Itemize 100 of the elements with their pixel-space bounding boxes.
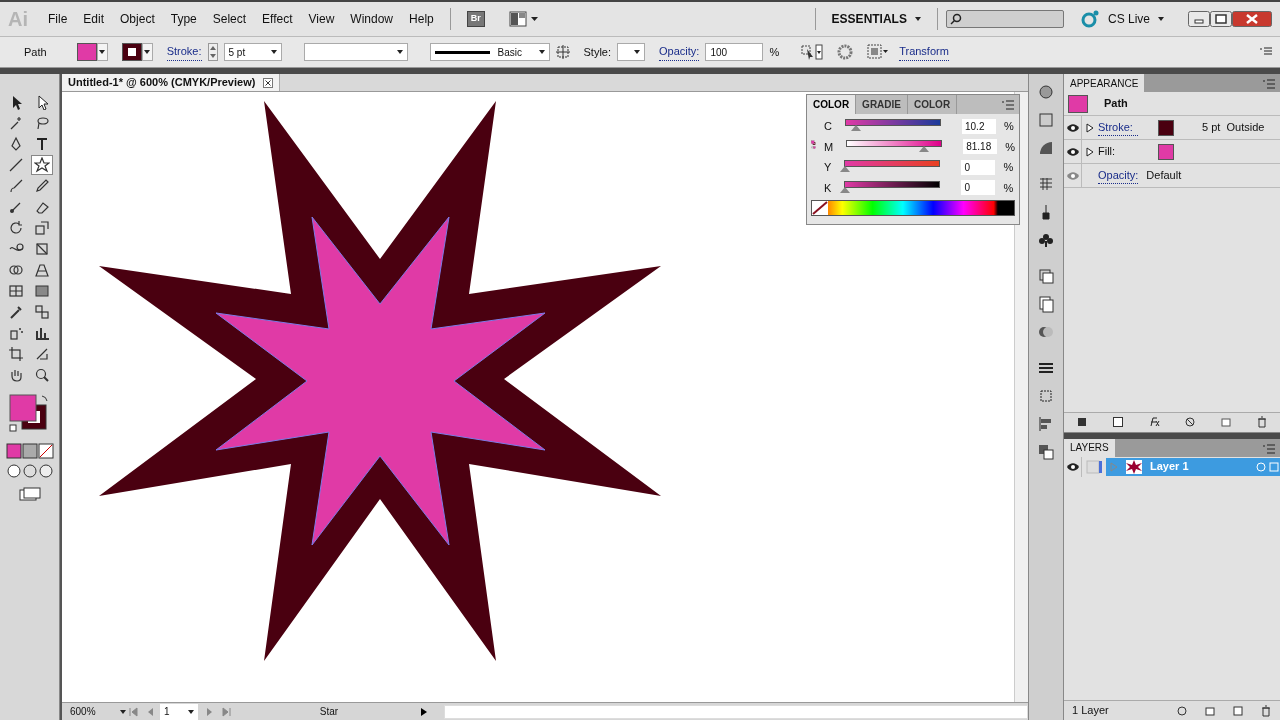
workspace-switcher[interactable]: ESSENTIALS <box>823 10 929 28</box>
channel-value-field[interactable]: 10.2 <box>962 118 996 134</box>
gradient-icon <box>33 283 50 299</box>
recolor-icon[interactable] <box>837 44 854 60</box>
effects-icon[interactable] <box>1148 416 1160 428</box>
artboard-number-field[interactable]: 1 <box>160 703 198 720</box>
star-tool[interactable] <box>30 155 53 175</box>
style-label: Style: <box>583 44 611 60</box>
cs-live-icon[interactable] <box>1079 9 1100 29</box>
stroke-link[interactable]: Stroke: <box>166 43 202 61</box>
slider-thumb[interactable] <box>840 186 851 193</box>
align-stroke-icon[interactable] <box>555 45 570 59</box>
slider-thumb[interactable] <box>840 166 851 173</box>
locate-icon[interactable] <box>1176 704 1188 717</box>
document-tab[interactable]: Untitled-1* @ 600% (CMYK/Preview) <box>62 74 281 91</box>
select-similar-icon[interactable] <box>801 44 824 60</box>
close-icon[interactable] <box>263 77 274 88</box>
transform-icon <box>1037 387 1055 405</box>
color-swatch[interactable] <box>1158 143 1174 160</box>
cs-live-menu[interactable]: CS Live <box>1099 10 1172 28</box>
dropdown-button[interactable] <box>96 43 108 61</box>
slider-thumb[interactable] <box>918 145 929 152</box>
graphic-style-dropdown[interactable] <box>617 43 645 61</box>
arrange-documents-icon[interactable] <box>508 11 539 27</box>
status-menu[interactable]: Star <box>238 704 428 719</box>
percent-label: % <box>1003 160 1014 175</box>
menu-item[interactable]: File <box>40 10 76 28</box>
lock-toggle[interactable] <box>1086 459 1102 474</box>
square-icon[interactable] <box>1076 416 1088 428</box>
fill-label: Fill: <box>1098 144 1117 160</box>
channel-label: C <box>824 119 832 134</box>
drawing-mode-buttons[interactable] <box>5 463 54 479</box>
stroke-label[interactable]: Stroke: <box>1098 118 1138 137</box>
trash-icon[interactable] <box>1256 416 1268 428</box>
stroke-weight-field[interactable]: 5 pt <box>223 43 282 61</box>
color-swatch[interactable] <box>1158 119 1174 136</box>
percent-label: % <box>1004 119 1014 134</box>
color-mode-buttons[interactable] <box>5 443 54 459</box>
stroke-swatch[interactable] <box>121 43 142 61</box>
paintbrush-icon <box>7 178 24 194</box>
channel-value-field[interactable]: 81.18 <box>963 139 998 155</box>
menu-item[interactable]: View <box>300 10 343 28</box>
search-icon <box>949 13 962 25</box>
zoom-dropdown[interactable]: 600% <box>62 704 124 719</box>
dropdown-button[interactable] <box>141 43 153 61</box>
panel-tab[interactable]: COLOR <box>807 95 857 114</box>
stepper-icon[interactable] <box>207 43 218 61</box>
close-button[interactable] <box>1232 11 1272 27</box>
eye-icon[interactable] <box>1065 122 1080 133</box>
sublayer-icon[interactable] <box>1204 704 1216 717</box>
layer-count: 1 Layer <box>1072 703 1109 719</box>
transform-link[interactable]: Transform <box>899 43 949 61</box>
vertical-scrollbar[interactable] <box>1014 92 1028 702</box>
expand-triangle-icon[interactable] <box>1086 146 1094 157</box>
panel-tab[interactable]: LAYERS <box>1064 438 1115 457</box>
opacity-link[interactable]: Opacity: <box>659 43 700 61</box>
new-layer-icon[interactable] <box>1232 704 1244 717</box>
menu-item[interactable]: Window <box>342 10 402 28</box>
channel-label: M <box>824 139 834 155</box>
menu-item[interactable]: Help <box>401 10 442 28</box>
opacity-label[interactable]: Opacity: <box>1098 166 1139 185</box>
screen-mode-button[interactable] <box>18 487 41 501</box>
eye-icon[interactable] <box>1065 461 1080 472</box>
empty-square-icon[interactable] <box>1112 416 1124 428</box>
expand-triangle-icon[interactable] <box>1086 122 1094 133</box>
horizontal-scrollbar[interactable] <box>444 704 1028 719</box>
duplicate-icon[interactable] <box>1220 416 1232 428</box>
gradient-icon <box>1037 111 1055 129</box>
symbol-sprayer-icon <box>7 325 24 341</box>
brush-dropdown[interactable]: Basic <box>429 43 550 61</box>
clear-icon[interactable] <box>1184 416 1196 428</box>
search-field[interactable] <box>945 10 1064 28</box>
menu-item[interactable]: Select <box>204 10 255 28</box>
perspective-grid-icon <box>33 262 50 278</box>
bridge-button[interactable]: Br <box>466 11 485 27</box>
target-icon[interactable] <box>1256 460 1280 473</box>
star-thumbnail-icon <box>1126 459 1142 474</box>
selection-label: Path <box>24 44 47 60</box>
menu-item[interactable]: Type <box>162 10 205 28</box>
trash-icon[interactable] <box>1260 704 1272 717</box>
channel-label: Y <box>824 160 832 175</box>
mesh-icon <box>7 283 24 299</box>
menu-item[interactable]: Edit <box>75 10 113 28</box>
slider-thumb[interactable] <box>850 125 861 132</box>
channel-value-field[interactable]: 0 <box>961 180 996 196</box>
no-color-icon[interactable] <box>812 201 828 215</box>
color-spectrum[interactable] <box>811 200 1015 216</box>
artboard-icon <box>7 346 24 362</box>
channel-value-field[interactable]: 0 <box>961 159 996 175</box>
isolate-icon[interactable] <box>867 44 890 60</box>
opacity-field[interactable]: 100 <box>705 43 764 61</box>
panel-menu-icon[interactable] <box>1001 99 1015 111</box>
fill-swatch[interactable] <box>76 43 97 61</box>
menu-item[interactable]: Effect <box>254 10 301 28</box>
minimize-button[interactable] <box>1188 11 1210 27</box>
maximize-button[interactable] <box>1210 11 1232 27</box>
panel-tab[interactable]: APPEARANCE <box>1064 74 1145 92</box>
menu-item[interactable]: Object <box>112 10 163 28</box>
panel-menu-icon[interactable] <box>1260 47 1272 57</box>
eye-icon[interactable] <box>1065 146 1080 157</box>
